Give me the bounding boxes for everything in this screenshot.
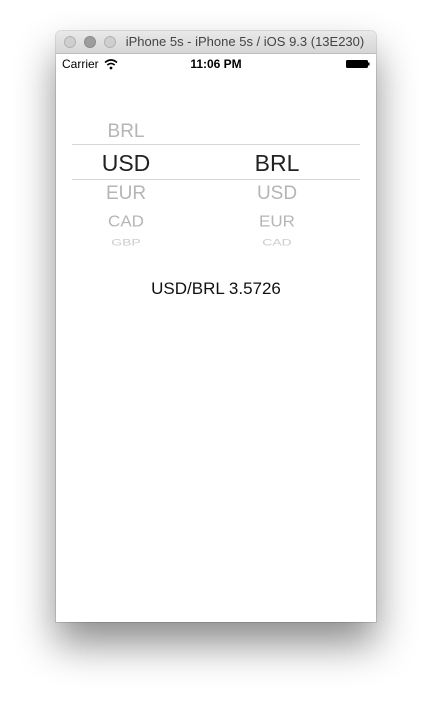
picker-item[interactable]: GBP — [56, 237, 198, 247]
picker-selected-item[interactable]: BRL — [205, 150, 349, 177]
window-titlebar: iPhone 5s - iPhone 5s / iOS 9.3 (13E230) — [56, 31, 376, 54]
zoom-window-button[interactable] — [104, 36, 116, 48]
picker-item[interactable]: BRL — [56, 121, 198, 143]
picker-selected-item[interactable]: USD — [56, 150, 198, 177]
window-title: iPhone 5s - iPhone 5s / iOS 9.3 (13E230) — [125, 34, 365, 49]
picker-item[interactable]: CAD — [205, 237, 349, 247]
status-bar: Carrier 11:06 PM — [56, 54, 376, 74]
status-time: 11:06 PM — [190, 57, 242, 71]
to-currency-column[interactable]: BRL USD EUR CAD — [216, 91, 360, 311]
exchange-rate-label: USD/BRL 3.5726 — [151, 279, 281, 298]
picker-item[interactable]: CAD — [56, 213, 198, 231]
picker-item[interactable]: EUR — [56, 183, 198, 205]
currency-picker[interactable]: BRL USD EUR CAD GBP BRL USD EUR CAD — [72, 91, 360, 311]
from-currency-column[interactable]: BRL USD EUR CAD GBP — [72, 91, 216, 311]
picker-item[interactable]: USD — [205, 183, 349, 205]
simulator-window: iPhone 5s - iPhone 5s / iOS 9.3 (13E230)… — [56, 31, 376, 622]
battery-icon — [346, 60, 370, 68]
picker-item[interactable]: EUR — [205, 213, 349, 231]
minimize-window-button[interactable] — [84, 36, 96, 48]
close-window-button[interactable] — [64, 36, 76, 48]
